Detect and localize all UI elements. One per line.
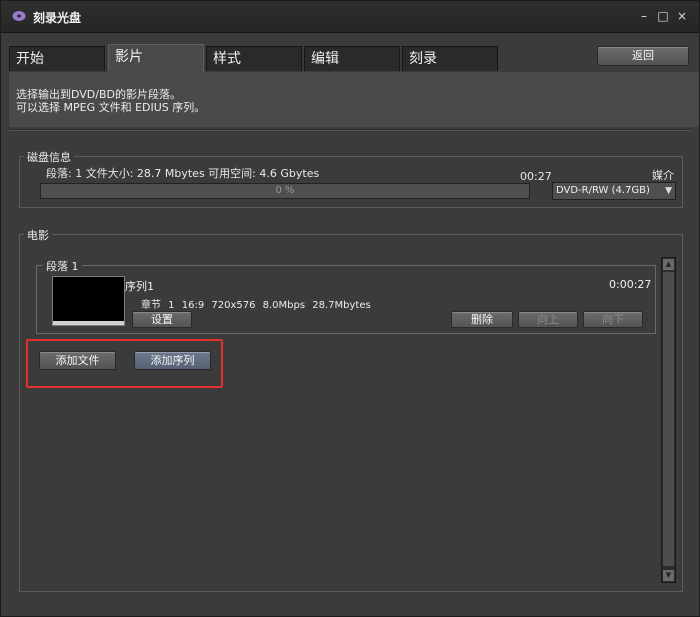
move-up-button[interactable]: 向上: [518, 311, 578, 328]
tab-film[interactable]: 影片: [108, 44, 204, 72]
close-button[interactable]: ×: [675, 9, 689, 23]
segment-label: 段落 1: [43, 258, 82, 274]
tab-burn[interactable]: 刻录: [402, 46, 498, 71]
window-title: 刻录光盘: [33, 11, 82, 25]
media-selected-value: DVD-R/RW (4.7GB): [556, 185, 650, 196]
burn-disc-window: 刻录光盘 – □ × 开始 影片 样式 编辑 刻录 返回 选择输出到DVD/BD…: [0, 0, 700, 617]
media-select[interactable]: DVD-R/RW (4.7GB) ▼: [552, 182, 676, 200]
sequence-thumbnail: [52, 276, 125, 326]
thumbnail-bar: [53, 321, 124, 325]
disk-total-time: 00:27: [520, 170, 552, 183]
sequence-meta: 章节 1 16:9 720x576 8.0Mbps 28.7Mbytes: [141, 300, 371, 311]
delete-button[interactable]: 删除: [451, 311, 513, 328]
tab-start[interactable]: 开始: [9, 46, 105, 71]
maximize-button[interactable]: □: [656, 9, 670, 23]
disc-icon: [12, 11, 26, 21]
divider: [9, 129, 691, 131]
description-line-2: 可以选择 MPEG 文件和 EDIUS 序列。: [16, 101, 206, 114]
highlight-annotation: [26, 339, 223, 388]
minimize-button[interactable]: –: [637, 9, 651, 23]
settings-button[interactable]: 设置: [132, 311, 192, 328]
movie-group: 电影 段落 1 序列1 0:00:27 章节 1 16:9 720x576 8.…: [19, 227, 683, 592]
disk-info-text: 段落: 1 文件大小: 28.7 Mbytes 可用空间: 4.6 Gbytes: [46, 167, 320, 180]
sequence-duration: 0:00:27: [609, 278, 652, 291]
scroll-down-icon[interactable]: ▼: [663, 570, 674, 581]
disk-info-label: 磁盘信息: [24, 149, 74, 165]
scroll-up-icon[interactable]: ▲: [663, 259, 674, 270]
chevron-down-icon: ▼: [665, 186, 672, 196]
scrollbar[interactable]: ▲ ▼: [661, 257, 676, 583]
tab-style[interactable]: 样式: [206, 46, 302, 71]
description-panel: 选择输出到DVD/BD的影片段落。 可以选择 MPEG 文件和 EDIUS 序列…: [9, 72, 699, 127]
media-label: 媒介: [652, 169, 674, 182]
tab-edit[interactable]: 编辑: [304, 46, 400, 71]
tab-bar: 开始 影片 样式 编辑 刻录 返回: [1, 34, 699, 72]
disk-info-group: 磁盘信息 段落: 1 文件大小: 28.7 Mbytes 可用空间: 4.6 G…: [19, 149, 683, 208]
segment-item[interactable]: 段落 1 序列1 0:00:27 章节 1 16:9 720x576 8.0Mb…: [36, 258, 656, 334]
movie-label: 电影: [24, 227, 52, 243]
disk-usage-progress: 0 %: [40, 183, 530, 199]
progress-text: 0 %: [275, 185, 295, 196]
return-button[interactable]: 返回: [597, 46, 689, 66]
title-bar: 刻录光盘 – □ ×: [1, 1, 699, 33]
move-down-button[interactable]: 向下: [583, 311, 643, 328]
scroll-track[interactable]: [663, 272, 674, 566]
sequence-name: 序列1: [125, 280, 154, 293]
